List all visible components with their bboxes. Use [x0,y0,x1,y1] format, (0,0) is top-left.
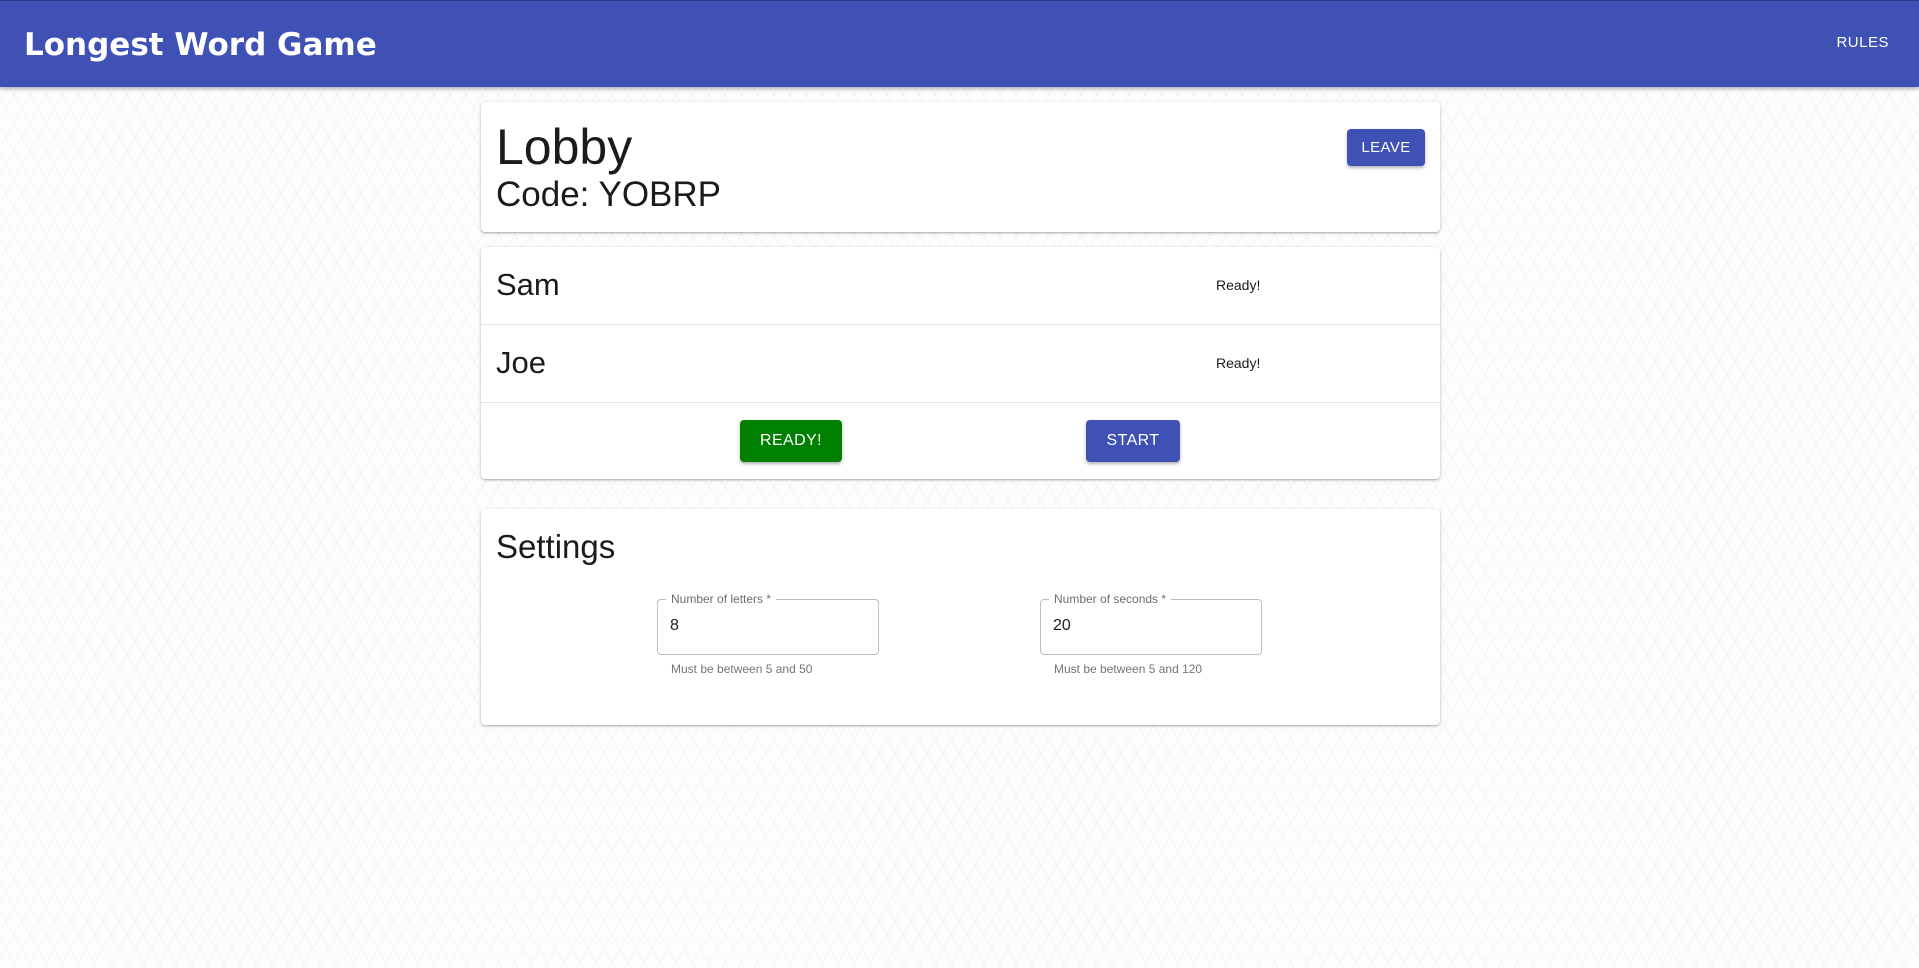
letters-field-label: Number of letters * [666,592,777,606]
player-status: Ready! [1216,355,1261,371]
player-row: Joe Ready! [481,325,1440,403]
letters-input[interactable] [670,614,860,638]
seconds-field: Number of seconds * Must be between 5 an… [1040,592,1262,676]
ready-button[interactable]: READY! [740,420,842,462]
seconds-field-label: Number of seconds * [1049,592,1172,606]
letters-helper-text: Must be between 5 and 50 [671,662,813,676]
start-button[interactable]: START [1086,420,1180,462]
seconds-helper-text: Must be between 5 and 120 [1054,662,1203,676]
seconds-input[interactable] [1053,614,1243,638]
player-name: Sam [496,267,560,302]
player-row: Sam Ready! [481,247,1440,325]
player-name: Joe [496,345,546,380]
player-status: Ready! [1216,277,1261,293]
rules-link[interactable]: RULES [1836,34,1889,51]
lobby-title: Lobby [496,119,633,175]
letters-field: Number of letters * Must be between 5 an… [657,592,879,676]
settings-title: Settings [496,528,616,565]
app-bar: Longest Word Game RULES [0,0,1919,87]
lobby-code: Code: YOBRP [496,175,722,214]
settings-card: Settings Number of letters * Must be bet… [481,509,1440,725]
lobby-card: Lobby Code: YOBRP LEAVE [481,102,1440,232]
players-card: Sam Ready! Joe Ready! READY! START [481,247,1440,479]
app-title: Longest Word Game [24,27,377,63]
leave-button[interactable]: LEAVE [1347,129,1425,166]
